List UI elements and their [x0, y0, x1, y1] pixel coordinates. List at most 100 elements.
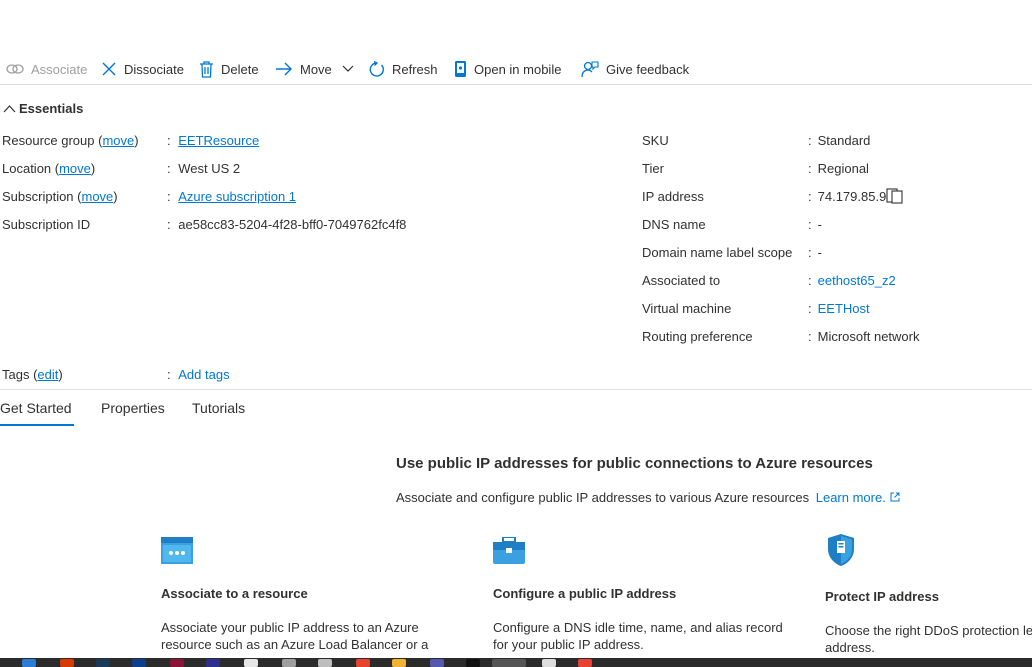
- card-configure-desc: Configure a DNS idle time, name, and ali…: [493, 619, 783, 653]
- taskbar-app-icon[interactable]: [392, 659, 406, 667]
- routing-preference-value: Microsoft network: [817, 329, 920, 344]
- tab-get-started[interactable]: Get Started: [0, 400, 72, 426]
- dissociate-button[interactable]: Dissociate: [101, 57, 184, 81]
- tier-value-row: : Regional: [808, 160, 869, 178]
- location-value-row: : West US 2: [167, 160, 240, 178]
- card-configure-desc-line1: Configure a DNS idle time, name, and ali…: [493, 620, 783, 635]
- resource-group-row: Resource group (move): [2, 132, 139, 150]
- close-paren: ): [113, 189, 118, 204]
- subscription-id-value-row: : ae58cc83-5204-4f28-bff0-7049762fc4f8: [167, 216, 406, 234]
- tier-value: Regional: [817, 161, 869, 176]
- dns-scope-value-row: :-: [808, 244, 822, 262]
- refresh-button[interactable]: Refresh: [368, 57, 438, 81]
- taskbar-app-icon[interactable]: [542, 659, 556, 667]
- shield-icon: [826, 533, 856, 570]
- taskbar-app-icon[interactable]: [318, 659, 332, 667]
- taskbar-app-icon[interactable]: [356, 659, 370, 667]
- colon: :: [808, 161, 812, 176]
- card-protect-desc-line2: address.: [825, 640, 875, 655]
- open-in-mobile-button[interactable]: Open in mobile: [454, 57, 561, 81]
- subscription-move-link[interactable]: move: [81, 189, 113, 204]
- chevron-up-icon: [3, 105, 16, 113]
- delete-label: Delete: [221, 61, 259, 77]
- resource-group-move-link[interactable]: move: [102, 133, 134, 148]
- toolbox-icon: [493, 536, 525, 567]
- routing-preference-value-row: : Microsoft network: [808, 328, 920, 346]
- move-button[interactable]: Move: [275, 57, 354, 81]
- associated-to-label: Associated to: [642, 273, 721, 288]
- add-tags-link[interactable]: Add tags: [178, 367, 229, 382]
- subscription-link[interactable]: Azure subscription 1: [178, 189, 296, 204]
- sku-value: Standard: [817, 133, 871, 148]
- active-tab-indicator: [0, 424, 74, 426]
- associate-button[interactable]: Associate: [6, 57, 87, 81]
- colon: :: [167, 133, 171, 148]
- give-feedback-label: Give feedback: [606, 61, 690, 77]
- tab-tutorials[interactable]: Tutorials: [192, 400, 245, 426]
- colon: :: [808, 301, 812, 316]
- tab-properties[interactable]: Properties: [101, 400, 165, 426]
- colon: :: [808, 217, 812, 232]
- dns-scope-label: Domain name label scope: [642, 245, 793, 260]
- card-associate-desc-line1: Associate your public IP address to an A…: [161, 620, 419, 635]
- taskbar-active-app[interactable]: [492, 659, 526, 667]
- taskbar-app-icon[interactable]: [96, 659, 110, 667]
- resource-group-link[interactable]: EETResource: [178, 133, 259, 148]
- taskbar-app-icon[interactable]: [22, 659, 36, 667]
- associated-to-value-row: : eethost65_z2: [808, 272, 896, 290]
- tags-row: Tags (edit): [2, 366, 63, 384]
- subscription-id-row: Subscription ID: [2, 216, 90, 234]
- subscription-id-value: ae58cc83-5204-4f28-bff0-7049762fc4f8: [178, 217, 407, 232]
- taskbar-app-icon[interactable]: [132, 659, 146, 667]
- dns-scope-value: -: [817, 245, 822, 260]
- tags-label: Tags (: [2, 367, 38, 382]
- card-protect-title: Protect IP address: [825, 589, 939, 604]
- arrow-right-icon: [276, 62, 292, 76]
- link-icon: [6, 64, 24, 74]
- subtitle-text: Associate and configure public IP addres…: [396, 490, 810, 505]
- get-started-title: Use public IP addresses for public conne…: [396, 455, 873, 472]
- associated-to-link[interactable]: eethost65_z2: [818, 273, 896, 288]
- delete-button[interactable]: Delete: [199, 57, 259, 81]
- tags-edit-link[interactable]: edit: [37, 367, 58, 382]
- dns-name-label: DNS name: [642, 217, 706, 232]
- virtual-network-icon: [161, 537, 193, 567]
- taskbar-app-icon[interactable]: [466, 659, 480, 667]
- mobile-icon: [455, 61, 466, 77]
- taskbar-app-icon[interactable]: [170, 659, 184, 667]
- taskbar-app-icon[interactable]: [578, 659, 592, 667]
- essentials-title: Essentials: [19, 101, 84, 116]
- feedback-icon: [581, 61, 599, 78]
- subscription-label: Subscription (: [2, 189, 82, 204]
- taskbar-app-icon[interactable]: [282, 659, 296, 667]
- close-icon: [102, 62, 116, 76]
- resource-group-value-row: : EETResource: [167, 132, 259, 150]
- routing-preference-label: Routing preference: [642, 329, 753, 344]
- location-move-link[interactable]: move: [59, 161, 91, 176]
- divider: [0, 389, 1032, 390]
- refresh-icon: [369, 60, 384, 77]
- get-started-subtitle: Associate and configure public IP addres…: [396, 490, 900, 505]
- learn-more-link[interactable]: Learn more.: [816, 490, 900, 505]
- close-paren: ): [58, 367, 63, 382]
- ip-address-value: 74.179.85.9: [817, 189, 887, 204]
- give-feedback-button[interactable]: Give feedback: [581, 57, 689, 81]
- learn-more-label: Learn more.: [815, 490, 886, 505]
- subscription-value-row: : Azure subscription 1: [167, 188, 296, 206]
- virtual-machine-link[interactable]: EETHost: [818, 301, 870, 316]
- taskbar-app-icon[interactable]: [430, 659, 444, 667]
- taskbar-app-icon[interactable]: [60, 659, 74, 667]
- location-row: Location (move): [2, 160, 95, 178]
- location-value: West US 2: [178, 161, 241, 176]
- sku-label: SKU: [642, 133, 669, 148]
- taskbar-app-icon[interactable]: [206, 659, 220, 667]
- location-label: Location (: [2, 161, 60, 176]
- taskbar-app-icon[interactable]: [244, 659, 258, 667]
- sku-value-row: : Standard: [808, 132, 870, 150]
- colon: :: [167, 189, 171, 204]
- dns-name-value: -: [817, 217, 822, 232]
- copy-icon[interactable]: [886, 188, 910, 204]
- essentials-toggle[interactable]: Essentials: [3, 101, 83, 116]
- close-paren: ): [134, 133, 139, 148]
- card-associate-title: Associate to a resource: [161, 586, 308, 601]
